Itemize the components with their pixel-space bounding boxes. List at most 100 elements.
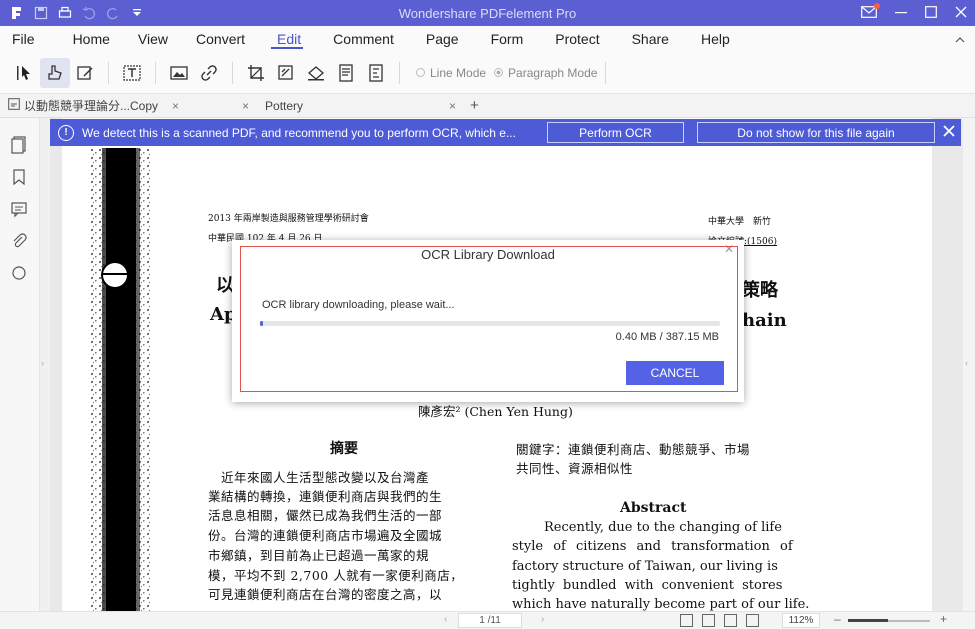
menu-convert[interactable]: Convert	[182, 26, 259, 52]
doc-title-fragment-right: 策略	[742, 280, 778, 301]
menu-file[interactable]: File	[0, 26, 49, 52]
line-mode-label: Line Mode	[430, 65, 487, 80]
banner-message: We detect this is a scanned PDF, and rec…	[82, 125, 516, 140]
add-image-icon[interactable]	[164, 58, 194, 88]
thumbnails-icon[interactable]	[10, 136, 28, 154]
save-icon[interactable]	[34, 6, 48, 20]
close-window-icon[interactable]	[955, 5, 967, 21]
maximize-icon[interactable]	[925, 5, 937, 21]
new-tab-icon[interactable]: +	[470, 97, 479, 114]
crop-icon[interactable]	[241, 58, 271, 88]
edit-object-tool-icon[interactable]	[40, 57, 70, 88]
close-tab-icon[interactable]: ×	[172, 99, 179, 113]
toolbar-divider	[108, 61, 109, 84]
edit-toolbar: Line Mode Paragraph Mode	[0, 52, 975, 94]
close-dialog-icon[interactable]: ✕	[724, 242, 734, 256]
perform-ocr-button[interactable]: Perform OCR	[547, 122, 684, 143]
doc-abstract-cn-line: 市鄉鎮，到目前為止已超過一萬家的規	[208, 548, 430, 563]
zoom-level[interactable]: 112%	[782, 613, 820, 628]
menu-form[interactable]: Form	[473, 26, 538, 52]
doc-abstract-cn-title: 摘要	[330, 441, 358, 457]
collapse-ribbon-icon[interactable]	[955, 32, 965, 46]
tab-document-1[interactable]: 以動態競爭理論分...Copy ×	[0, 94, 234, 118]
toolbar-divider	[399, 61, 400, 84]
zoom-in-button[interactable]: +	[940, 612, 947, 626]
download-size: 0.40 MB / 387.15 MB	[615, 331, 719, 343]
add-text-icon[interactable]	[117, 58, 147, 88]
mail-icon[interactable]	[861, 3, 880, 21]
close-banner-icon[interactable]	[943, 122, 955, 142]
bates-number-icon[interactable]	[361, 58, 391, 88]
doc-abstract-cn-line: 活息息相關，儼然已成為我們生活的一部	[208, 508, 443, 523]
quick-access-toolbar	[0, 6, 144, 20]
select-tool-icon[interactable]	[10, 58, 40, 88]
doc-title-en-right: hain	[742, 310, 787, 331]
comments-icon[interactable]	[10, 200, 28, 218]
tab-label: Pottery	[265, 98, 304, 113]
menu-home[interactable]: Home	[49, 26, 124, 52]
doc-abstract-cn-line: 近年來國人生活型態改變以及台灣產	[208, 470, 430, 485]
redo-icon[interactable]	[106, 6, 120, 20]
menu-share[interactable]: Share	[614, 26, 683, 52]
thumbnail-view-icon[interactable]	[746, 614, 759, 627]
next-page-icon[interactable]: ›	[541, 614, 544, 625]
window-controls	[861, 0, 967, 26]
zoom-out-button[interactable]: –	[834, 612, 841, 626]
tab-document-2[interactable]: × Pottery ×	[234, 94, 464, 118]
app-logo-icon	[10, 6, 24, 20]
doc-abstract-en-title: Abstract	[620, 500, 687, 516]
menu-bar: File Home View Convert Edit Comment Page…	[0, 26, 975, 52]
two-page-view-icon[interactable]	[724, 614, 737, 627]
expand-right-panel-icon[interactable]: ‹	[965, 358, 968, 368]
single-page-view-icon[interactable]	[680, 614, 693, 627]
left-sidebar	[0, 118, 40, 629]
line-mode-option[interactable]: Line Mode	[416, 66, 486, 80]
doc-abstract-en-line: which have naturally become part of our …	[512, 597, 810, 611]
menu-view[interactable]: View	[124, 26, 182, 52]
close-tab-icon[interactable]: ×	[242, 99, 249, 113]
minimize-icon[interactable]	[895, 5, 907, 21]
window-title: Wondershare PDFelement Pro	[398, 5, 577, 21]
link-icon[interactable]	[194, 58, 224, 88]
tab-label: 以動態競爭理論分...Copy	[24, 99, 159, 113]
page-indicator[interactable]: 1 /11	[458, 613, 522, 628]
background-icon[interactable]	[301, 58, 331, 88]
print-icon[interactable]	[58, 6, 72, 20]
close-tab-icon[interactable]: ×	[449, 99, 456, 113]
cancel-button[interactable]: CANCEL	[626, 361, 724, 385]
edit-text-tool-icon[interactable]	[70, 58, 100, 88]
header-footer-icon[interactable]	[331, 58, 361, 88]
undo-icon[interactable]	[82, 6, 96, 20]
attachment-icon[interactable]	[10, 232, 28, 250]
expand-left-panel-icon[interactable]: ›	[41, 358, 44, 368]
menu-protect[interactable]: Protect	[537, 26, 613, 52]
title-bar: Wondershare PDFelement Pro	[0, 0, 975, 26]
customize-dropdown-icon[interactable]	[130, 6, 144, 20]
do-not-show-button[interactable]: Do not show for this file again	[697, 122, 935, 143]
ocr-recommend-banner: ! We detect this is a scanned PDF, and r…	[50, 119, 961, 146]
dialog-message: OCR library downloading, please wait...	[262, 299, 455, 311]
paragraph-mode-option[interactable]: Paragraph Mode	[494, 66, 597, 80]
prev-page-icon[interactable]: ‹	[444, 614, 447, 625]
doc-header-right-1: 中華大學 新竹	[708, 217, 772, 227]
doc-abstract-en-line: style of citizens and transformation of	[512, 539, 793, 554]
menu-comment[interactable]: Comment	[315, 26, 408, 52]
watermark-icon[interactable]	[271, 58, 301, 88]
zoom-slider-fill	[848, 619, 888, 622]
menu-help[interactable]: Help	[683, 26, 744, 52]
doc-abstract-en-line: Recently, due to the changing of life	[544, 520, 782, 535]
doc-keywords-line: 共同性、資源相似性	[516, 461, 634, 476]
download-progress-bar	[260, 321, 720, 326]
toolbar-divider	[155, 61, 156, 84]
doc-abstract-cn-line: 可見連鎖便利商店在台灣的密度之高，以	[208, 587, 443, 602]
pdf-file-icon	[8, 98, 20, 113]
line-mode-radio[interactable]	[416, 68, 425, 77]
search-icon[interactable]	[10, 264, 28, 282]
menu-edit[interactable]: Edit	[259, 26, 315, 52]
status-bar: ‹ 1 /11 › 112% – +	[0, 611, 975, 629]
menu-page[interactable]: Page	[408, 26, 473, 52]
paragraph-mode-radio[interactable]	[494, 68, 504, 77]
info-icon: !	[58, 124, 74, 141]
bookmark-icon[interactable]	[10, 168, 28, 186]
continuous-view-icon[interactable]	[702, 614, 715, 627]
